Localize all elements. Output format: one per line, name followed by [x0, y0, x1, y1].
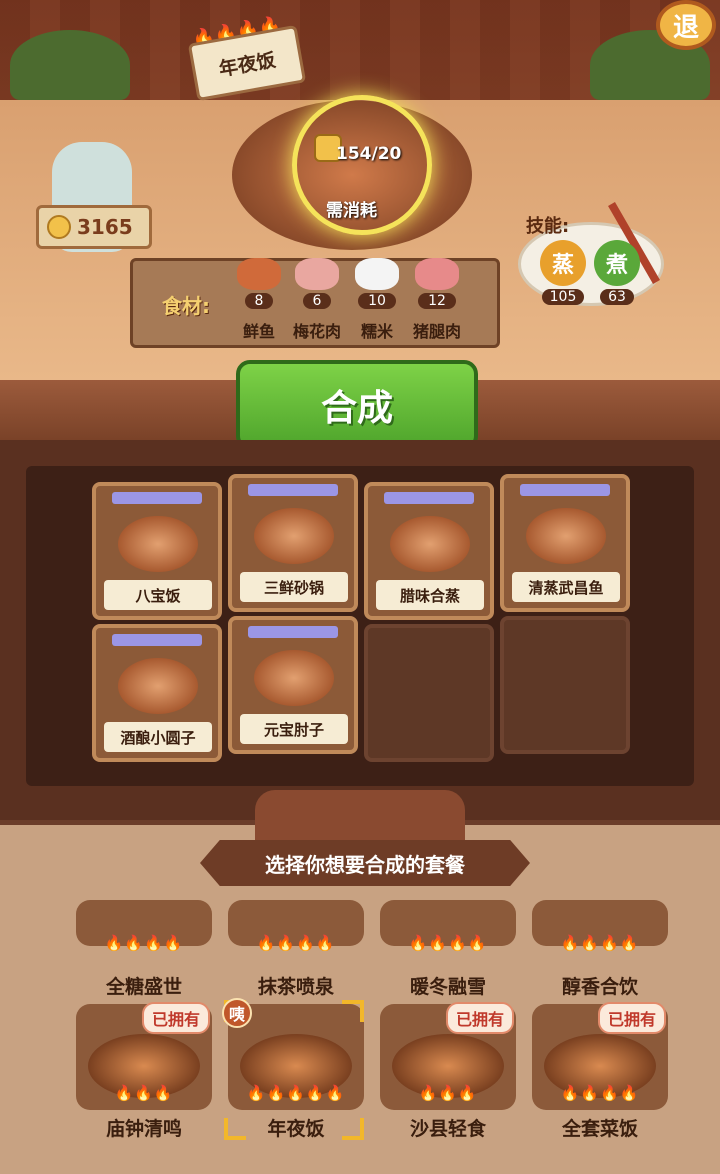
skill-value: 63: [600, 289, 634, 305]
selection-corner: [342, 1118, 364, 1140]
dish-slot[interactable]: 酒酿小圆子: [92, 624, 222, 762]
potted-plant: [10, 30, 130, 100]
meal-flames: 🔥🔥🔥🔥: [104, 934, 184, 952]
fish-icon: [237, 258, 281, 290]
dish-progress-bar: [384, 492, 474, 504]
meal-name: 暖冬融雪: [409, 976, 486, 998]
meal-flames: 🔥🔥🔥🔥🔥: [246, 1084, 346, 1102]
skill-icon: 蒸: [540, 240, 586, 286]
exit-button[interactable]: 退: [656, 0, 716, 50]
meal-name: 抹茶喷泉: [257, 976, 334, 998]
dish-progress-bar: [112, 492, 202, 504]
ingredient-item: 8 鲜鱼: [234, 258, 284, 341]
skill-value: 105: [541, 289, 585, 305]
ingredient-count: 12: [418, 293, 456, 309]
dish-name: 三鲜砂锅: [240, 572, 348, 602]
skills-label: 技能:: [526, 216, 570, 237]
dish-name: 酒酿小圆子: [104, 722, 212, 752]
dish-progress-bar: [248, 626, 338, 638]
owned-badge: 已拥有: [141, 1002, 210, 1034]
synthesize-button[interactable]: 合成: [236, 360, 478, 450]
selected-badge: 咦: [222, 998, 252, 1028]
owned-badge: 已拥有: [597, 1002, 666, 1034]
ingredient-count: 6: [302, 293, 332, 309]
dish-progress-bar: [248, 484, 338, 496]
owned-badge: 已拥有: [445, 1002, 514, 1034]
dish-progress-bar: [520, 484, 610, 496]
ingredient-name: 猪腿肉: [412, 322, 461, 341]
dish-slot[interactable]: 八宝饭: [92, 482, 222, 620]
ingredient-item: 10 糯米: [352, 258, 402, 341]
dish-progress-bar: [112, 634, 202, 646]
coin-value: 3165: [77, 215, 133, 239]
meal-flames: 🔥🔥🔥: [114, 1084, 174, 1102]
meal-flames: 🔥🔥🔥: [418, 1084, 478, 1102]
rice-icon: [355, 258, 399, 290]
meal-name: 全套菜饭: [561, 1118, 638, 1140]
coin-icon: [47, 215, 71, 239]
dish-name: 八宝饭: [104, 580, 212, 610]
meal-flames: 🔥🔥🔥🔥: [408, 934, 488, 952]
meal-name: 醇香合饮: [561, 976, 638, 998]
selector-banner: 选择你想要合成的套餐: [200, 840, 530, 886]
meal-name: 沙县轻食: [409, 1118, 486, 1140]
ingredient-count: 10: [358, 293, 396, 309]
meal-option[interactable]: 🔥🔥🔥 已拥有 庙钟清鸣: [76, 1002, 212, 1140]
dish-image: [254, 650, 334, 706]
dish-name: 元宝肘子: [240, 714, 348, 744]
ingredient-item: 12 猪腿肉: [412, 258, 462, 341]
ingredient-count: 8: [244, 293, 274, 309]
dish-image: [390, 516, 470, 572]
dish-name: 腊味合蒸: [376, 580, 484, 610]
ingredients-label: 食材:: [162, 294, 210, 318]
empty-dish-slot: [500, 616, 630, 754]
dish-image: [526, 508, 606, 564]
dish-image: [118, 516, 198, 572]
cost-progress: 154/20: [336, 144, 402, 164]
ingredient-item: 6 梅花肉: [292, 258, 342, 341]
meal-name: 全糖盛世: [105, 976, 182, 998]
dish-slot[interactable]: 三鲜砂锅: [228, 474, 358, 612]
ham-icon: [415, 258, 459, 290]
dish-image: [118, 658, 198, 714]
pork-icon: [295, 258, 339, 290]
skill-boil: 煮 63: [594, 240, 640, 305]
dish-image: [254, 508, 334, 564]
cost-label: 需消耗: [326, 201, 377, 221]
coin-balance: 3165: [36, 205, 152, 249]
skill-icon: 煮: [594, 240, 640, 286]
empty-dish-slot: [364, 624, 494, 762]
dish-slot[interactable]: 腊味合蒸: [364, 482, 494, 620]
selection-corner: [224, 1118, 246, 1140]
dish-slot[interactable]: 元宝肘子: [228, 616, 358, 754]
skill-steam: 蒸 105: [540, 240, 586, 305]
meal-flames: 🔥🔥🔥🔥: [256, 934, 336, 952]
meal-name: 庙钟清鸣: [105, 1118, 182, 1140]
dish-slot[interactable]: 清蒸武昌鱼: [500, 474, 630, 612]
meal-flames: 🔥🔥🔥🔥: [560, 934, 640, 952]
dish-name: 清蒸武昌鱼: [512, 572, 620, 602]
meal-option[interactable]: 🔥🔥🔥 已拥有 沙县轻食: [380, 1002, 516, 1140]
panel-handle[interactable]: [255, 790, 465, 846]
meal-flames: 🔥🔥🔥🔥: [560, 1084, 640, 1102]
selection-corner: [342, 1000, 364, 1022]
meal-option[interactable]: 🔥🔥🔥🔥 已拥有 全套菜饭: [532, 1002, 668, 1140]
